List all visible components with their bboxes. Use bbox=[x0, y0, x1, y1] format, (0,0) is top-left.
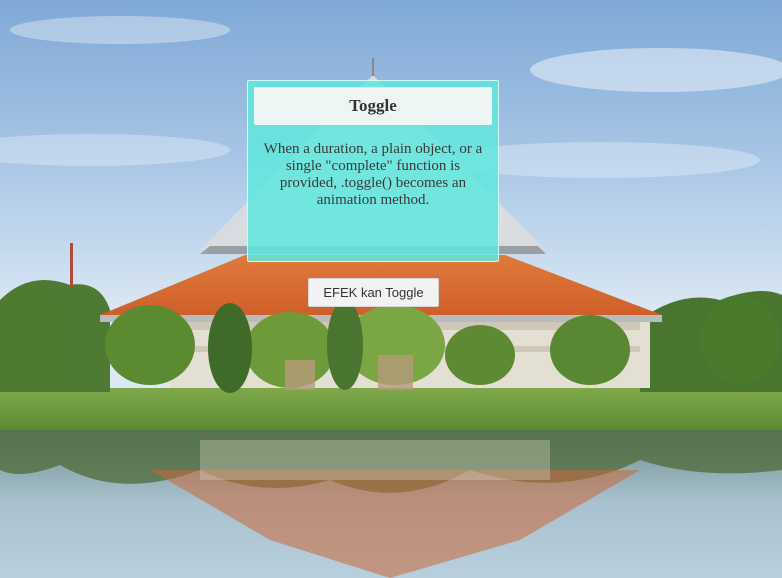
toggle-effect-button[interactable]: EFEK kan Toggle bbox=[308, 278, 439, 307]
panel-description: When a duration, a plain object, or a si… bbox=[263, 141, 483, 208]
page-background: Toggle When a duration, a plain object, … bbox=[0, 0, 782, 578]
panel-title: Toggle bbox=[254, 87, 492, 125]
toggle-panel: Toggle When a duration, a plain object, … bbox=[247, 80, 499, 262]
